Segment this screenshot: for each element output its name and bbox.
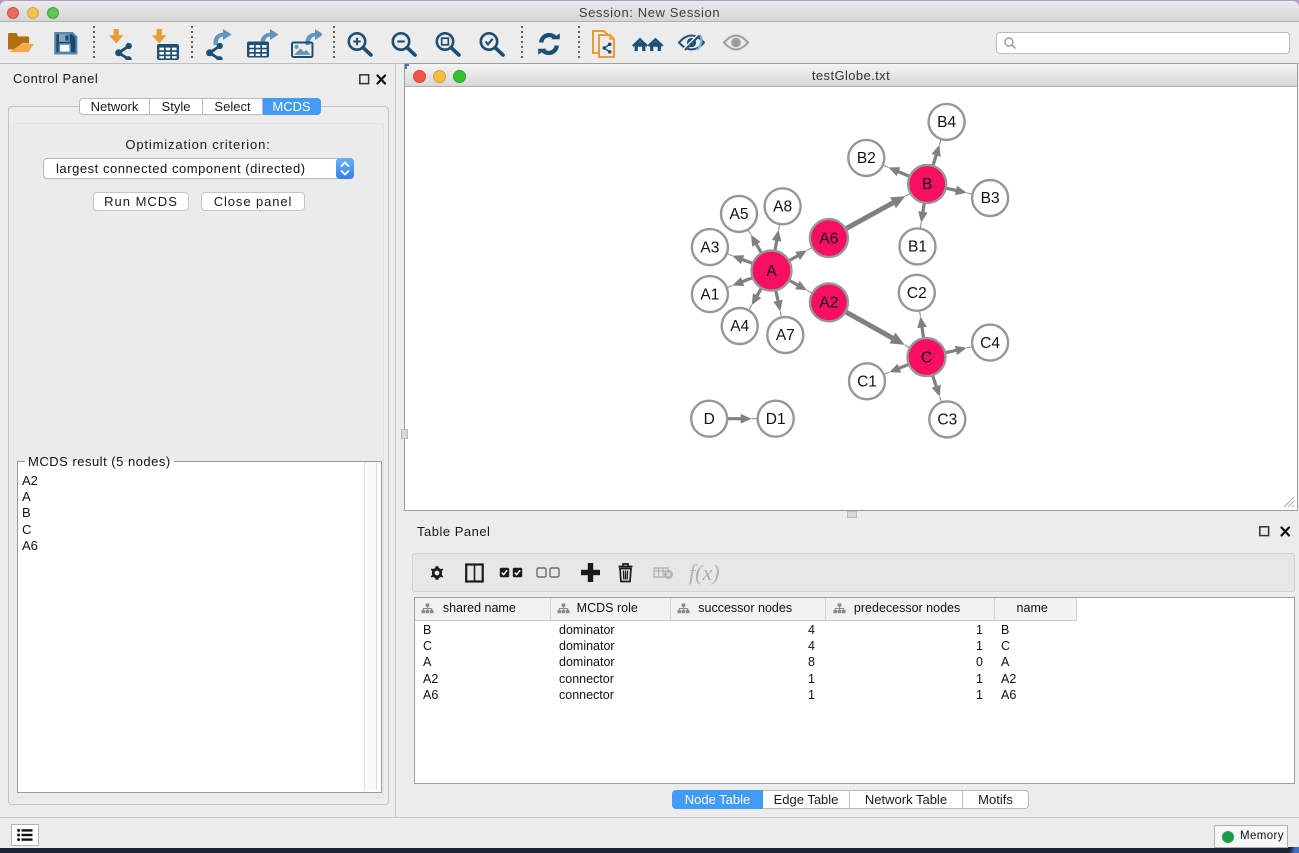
svg-text:C: C [921, 349, 932, 366]
svg-text:A4: A4 [730, 318, 749, 335]
svg-text:A: A [766, 263, 777, 280]
svg-text:A2: A2 [819, 295, 838, 312]
svg-text:C2: C2 [907, 285, 927, 302]
svg-text:D1: D1 [766, 411, 786, 428]
svg-text:A3: A3 [700, 239, 719, 256]
svg-text:A6: A6 [819, 230, 838, 247]
svg-text:B4: B4 [937, 114, 956, 131]
svg-text:A8: A8 [773, 199, 792, 216]
svg-text:C1: C1 [857, 374, 877, 391]
svg-text:C4: C4 [980, 335, 1000, 352]
svg-text:B: B [922, 176, 932, 193]
svg-text:B1: B1 [908, 239, 927, 256]
svg-text:D: D [704, 411, 715, 428]
svg-text:C3: C3 [937, 412, 957, 429]
svg-text:A1: A1 [700, 286, 719, 303]
svg-text:A7: A7 [776, 327, 795, 344]
svg-text:B3: B3 [981, 190, 1000, 207]
svg-text:B2: B2 [857, 150, 876, 167]
svg-text:A5: A5 [730, 206, 749, 223]
